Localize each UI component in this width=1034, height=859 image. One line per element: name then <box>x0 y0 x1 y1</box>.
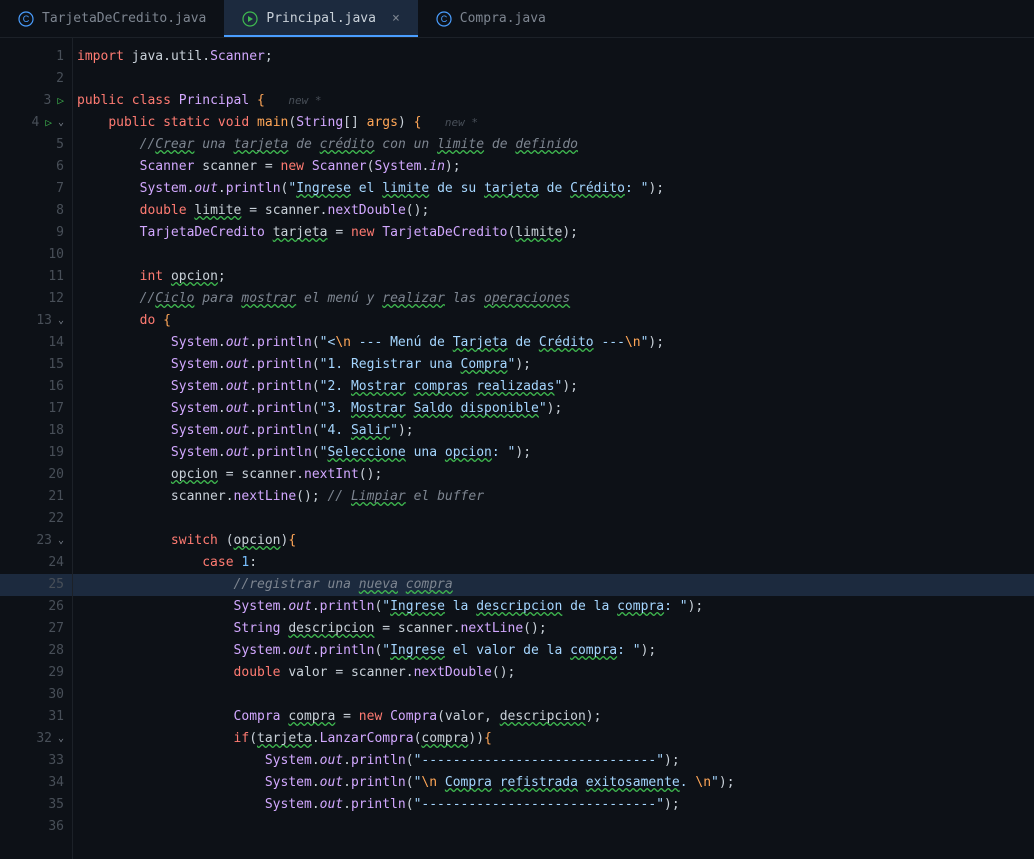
code-line[interactable]: do { <box>73 310 1034 332</box>
line-number: 9 <box>0 222 72 244</box>
fold-icon[interactable]: ⌄ <box>58 530 64 552</box>
code-line[interactable]: System.out.println("Ingrese el valor de … <box>73 640 1034 662</box>
line-number: 34 <box>0 772 72 794</box>
line-number: 12 <box>0 288 72 310</box>
line-number: 17 <box>0 398 72 420</box>
code-line[interactable]: double valor = scanner.nextDouble(); <box>73 662 1034 684</box>
fold-icon[interactable]: ⌄ <box>58 310 64 332</box>
fold-icon[interactable]: ⌄ <box>58 728 64 750</box>
code-line[interactable]: if(tarjeta.LanzarCompra(compra)){ <box>73 728 1034 750</box>
line-number: 7 <box>0 178 72 200</box>
line-number: 28 <box>0 640 72 662</box>
line-number: 22 <box>0 508 72 530</box>
line-number: 4▷⌄ <box>0 112 72 134</box>
line-number: 20 <box>0 464 72 486</box>
svg-text:C: C <box>23 14 30 24</box>
code-line[interactable]: Compra compra = new Compra(valor, descri… <box>73 706 1034 728</box>
fold-icon[interactable]: ⌄ <box>58 112 64 134</box>
line-number: 33 <box>0 750 72 772</box>
tab-principal[interactable]: Principal.java × <box>224 0 417 37</box>
code-line[interactable]: System.out.println("3. Mostrar Saldo dis… <box>73 398 1034 420</box>
editor-tabs: C TarjetaDeCredito.java Principal.java ×… <box>0 0 1034 38</box>
code-line[interactable]: String descripcion = scanner.nextLine(); <box>73 618 1034 640</box>
code-line[interactable]: case 1: <box>73 552 1034 574</box>
line-number: 11 <box>0 266 72 288</box>
code-line[interactable]: Scanner scanner = new Scanner(System.in)… <box>73 156 1034 178</box>
code-line[interactable]: System.out.println("Seleccione una opcio… <box>73 442 1034 464</box>
tab-label: TarjetaDeCredito.java <box>42 11 206 26</box>
java-class-icon <box>242 11 258 27</box>
java-class-icon: C <box>436 11 452 27</box>
code-line[interactable]: System.out.println("Ingrese el limite de… <box>73 178 1034 200</box>
close-icon[interactable]: × <box>392 11 400 26</box>
code-line[interactable]: System.out.println("<\n --- Menú de Tarj… <box>73 332 1034 354</box>
line-number: 19 <box>0 442 72 464</box>
line-number: 14 <box>0 332 72 354</box>
run-icon[interactable]: ▷ <box>57 90 64 112</box>
code-line[interactable]: System.out.println("2. Mostrar compras r… <box>73 376 1034 398</box>
line-gutter: 123▷4▷⌄5678910111213⌄1415161718192021222… <box>0 38 72 859</box>
line-number: 5 <box>0 134 72 156</box>
line-number: 18 <box>0 420 72 442</box>
line-number: 15 <box>0 354 72 376</box>
line-number: 29 <box>0 662 72 684</box>
tab-label: Principal.java <box>266 11 376 26</box>
tab-label: Compra.java <box>460 11 546 26</box>
line-number: 1 <box>0 46 72 68</box>
line-number: 6 <box>0 156 72 178</box>
line-number: 10 <box>0 244 72 266</box>
code-line[interactable]: System.out.println("\n Compra refistrada… <box>73 772 1034 794</box>
code-line[interactable]: //registrar una nueva compra <box>73 574 1034 596</box>
code-line[interactable] <box>73 816 1034 838</box>
run-icon[interactable]: ▷ <box>45 112 52 134</box>
line-number: 27 <box>0 618 72 640</box>
code-line[interactable]: opcion = scanner.nextInt(); <box>73 464 1034 486</box>
code-line[interactable]: //Crear una tarjeta de crédito con un li… <box>73 134 1034 156</box>
svg-text:C: C <box>441 14 448 24</box>
code-line[interactable]: System.out.println("Ingrese la descripci… <box>73 596 1034 618</box>
line-number: 23⌄ <box>0 530 72 552</box>
code-line[interactable]: switch (opcion){ <box>73 530 1034 552</box>
line-number: 2 <box>0 68 72 90</box>
code-line[interactable]: double limite = scanner.nextDouble(); <box>73 200 1034 222</box>
java-class-icon: C <box>18 11 34 27</box>
code-line[interactable] <box>73 68 1034 90</box>
code-area[interactable]: import java.util.Scanner; public class Pr… <box>72 38 1034 859</box>
line-number: 13⌄ <box>0 310 72 332</box>
line-number: 16 <box>0 376 72 398</box>
code-line[interactable]: System.out.println("--------------------… <box>73 794 1034 816</box>
line-number: 36 <box>0 816 72 838</box>
code-line[interactable]: scanner.nextLine(); // Limpiar el buffer <box>73 486 1034 508</box>
line-number: 24 <box>0 552 72 574</box>
line-number: 25 <box>0 574 72 596</box>
code-line[interactable] <box>73 684 1034 706</box>
code-line[interactable]: import java.util.Scanner; <box>73 46 1034 68</box>
line-number: 21 <box>0 486 72 508</box>
line-number: 26 <box>0 596 72 618</box>
code-line[interactable]: System.out.println("1. Registrar una Com… <box>73 354 1034 376</box>
line-number: 35 <box>0 794 72 816</box>
tab-tarjeta[interactable]: C TarjetaDeCredito.java <box>0 0 224 37</box>
code-editor[interactable]: 123▷4▷⌄5678910111213⌄1415161718192021222… <box>0 38 1034 859</box>
line-number: 32⌄ <box>0 728 72 750</box>
code-line[interactable] <box>73 244 1034 266</box>
code-line[interactable]: //Ciclo para mostrar el menú y realizar … <box>73 288 1034 310</box>
code-line[interactable]: public class Principal { new * <box>73 90 1034 112</box>
line-number: 31 <box>0 706 72 728</box>
line-number: 8 <box>0 200 72 222</box>
code-line[interactable]: System.out.println("--------------------… <box>73 750 1034 772</box>
code-line[interactable]: TarjetaDeCredito tarjeta = new TarjetaDe… <box>73 222 1034 244</box>
code-line[interactable] <box>73 508 1034 530</box>
line-number: 3▷ <box>0 90 72 112</box>
code-line[interactable]: System.out.println("4. Salir"); <box>73 420 1034 442</box>
code-line[interactable]: public static void main(String[] args) {… <box>73 112 1034 134</box>
code-line[interactable]: int opcion; <box>73 266 1034 288</box>
line-number: 30 <box>0 684 72 706</box>
tab-compra[interactable]: C Compra.java <box>418 0 564 37</box>
